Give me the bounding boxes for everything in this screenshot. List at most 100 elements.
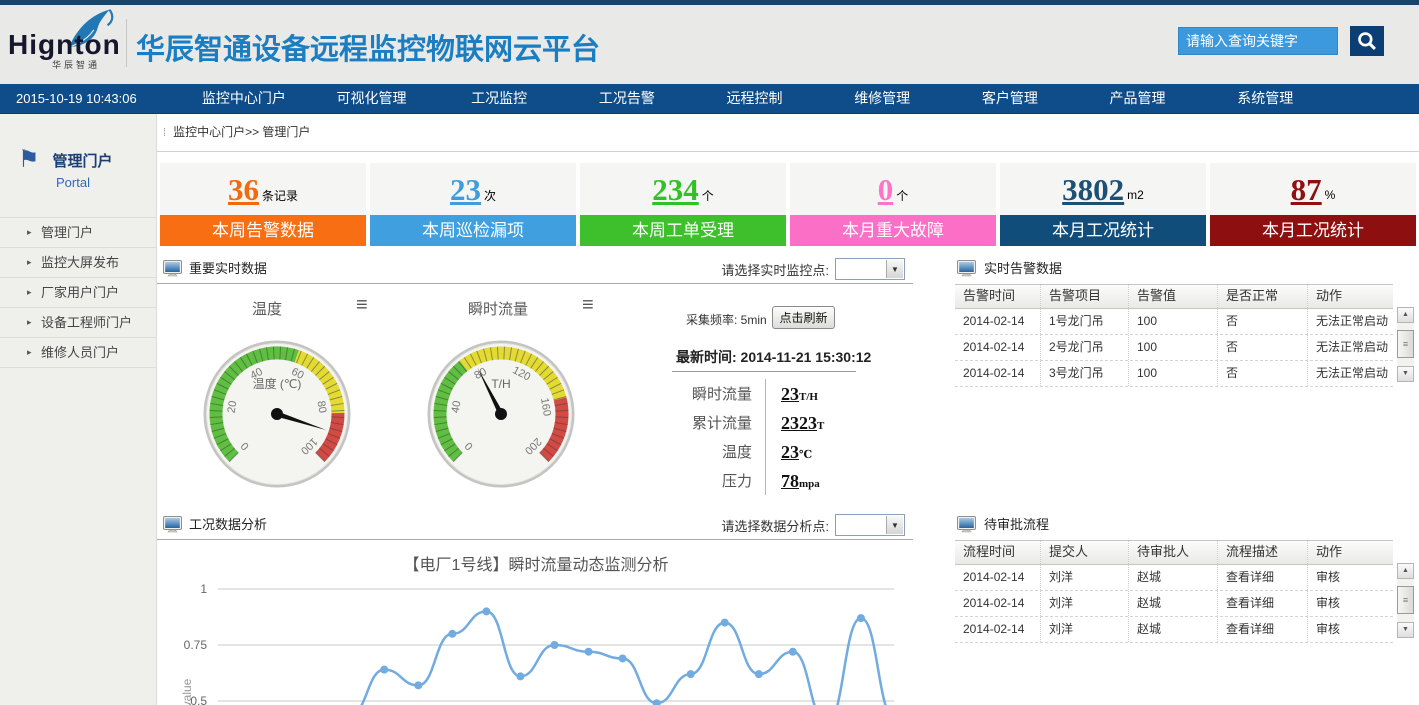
gauge-menu-icon[interactable]: ≡ [582, 293, 594, 317]
scroll-track[interactable]: ≡ [1397, 323, 1414, 366]
monitor-icon [163, 516, 182, 538]
gauge-title-flow: 瞬时流量 [468, 298, 528, 319]
stat-value-link[interactable]: 0 [878, 174, 894, 205]
sidebar-item[interactable]: ▸设备工程师门户 [0, 307, 156, 337]
table-cell: 无法正常启动 [1307, 335, 1393, 360]
stat-unit: 条记录 [262, 187, 298, 204]
scroll-up-icon[interactable]: ▲ [1397, 563, 1414, 579]
stat-value-link[interactable]: 3802 [1062, 174, 1124, 205]
scroll-track[interactable]: ≡ [1397, 579, 1414, 622]
reading-value[interactable]: 23 [766, 443, 799, 461]
app-header: Hignton 华辰智通 华辰智通设备远程监控物联网云平台 [0, 5, 1419, 84]
stats-row: 36条记录本周告警数据23次本周巡检漏项234个本周工单受理0个本月重大故障38… [160, 163, 1416, 246]
reading-value[interactable]: 2323 [766, 414, 817, 432]
reading-value[interactable]: 78 [766, 472, 799, 490]
temperature-gauge: 020406080100温度 (℃) [202, 339, 352, 489]
stat-value-link[interactable]: 87 [1291, 174, 1322, 205]
table-header-cell: 待审批人 [1128, 541, 1217, 564]
chevron-right-icon: ▸ [27, 278, 32, 307]
stat-value-area: 3802m2 [1000, 163, 1206, 215]
reading-unit: T [817, 420, 824, 432]
table-cell: 2014-02-14 [955, 617, 1040, 642]
table-cell: 赵城 [1128, 617, 1217, 642]
scroll-down-icon[interactable]: ▼ [1397, 622, 1414, 638]
nav-item[interactable]: 可视化管理 [308, 84, 436, 113]
reading-row: 温度23℃ [640, 437, 902, 466]
table-cell: 3号龙门吊 [1040, 361, 1128, 386]
table-header-cell: 动作 [1307, 285, 1393, 308]
stat-value-link[interactable]: 234 [652, 174, 699, 205]
sidebar-item[interactable]: ▸厂家用户门户 [0, 277, 156, 307]
table-header-cell: 告警时间 [955, 285, 1040, 308]
stat-value-area: 36条记录 [160, 163, 366, 215]
nav-item[interactable]: 产品管理 [1074, 84, 1202, 113]
portal-title: 管理门户 [53, 150, 113, 171]
svg-text:value: value [180, 678, 194, 705]
portal-subtitle: Portal [0, 175, 156, 190]
chevron-right-icon: ▸ [27, 248, 32, 277]
table-cell: 无法正常启动 [1307, 361, 1393, 386]
gauge-menu-icon[interactable]: ≡ [356, 293, 368, 317]
stat-unit: m2 [1127, 188, 1144, 202]
scroll-thumb[interactable]: ≡ [1397, 586, 1414, 614]
table-row: 2014-02-143号龙门吊100否无法正常启动 [955, 361, 1393, 387]
nav-item[interactable]: 维修管理 [818, 84, 946, 113]
reading-label: 压力 [640, 466, 766, 495]
table-cell: 否 [1217, 335, 1307, 360]
scroll-up-icon[interactable]: ▲ [1397, 307, 1414, 323]
table-header-row: 告警时间告警项目告警值是否正常动作 [955, 284, 1393, 309]
sidebar-item[interactable]: ▸监控大屏发布 [0, 247, 156, 277]
nav-item[interactable]: 工况告警 [563, 84, 691, 113]
nav-item[interactable]: 工况监控 [435, 84, 563, 113]
flow-line-chart: 10.750.5value [157, 575, 915, 705]
stat-value-link[interactable]: 36 [228, 174, 259, 205]
table-cell: 2号龙门吊 [1040, 335, 1128, 360]
svg-text:T/H: T/H [491, 377, 510, 391]
select-arrow-icon[interactable]: ▼ [886, 516, 903, 534]
approvals-scrollbar: ▲ ≡ ▼ [1397, 563, 1414, 638]
table-header-cell: 告警值 [1128, 285, 1217, 308]
stat-value-link[interactable]: 23 [450, 174, 481, 205]
monitor-point-select-label: 请选择实时监控点: [721, 260, 829, 279]
search-button[interactable] [1350, 26, 1384, 56]
refresh-button[interactable]: 点击刷新 [772, 306, 835, 329]
table-cell: 无法正常启动 [1307, 309, 1393, 334]
approvals-panel-header: 待审批流程 [950, 511, 1419, 539]
sidebar-item[interactable]: ▸管理门户 [0, 217, 156, 247]
stat-card: 23次本周巡检漏项 [370, 163, 576, 246]
table-header-cell: 是否正常 [1217, 285, 1307, 308]
search-input[interactable] [1178, 27, 1338, 55]
nav-item[interactable]: 远程控制 [691, 84, 819, 113]
chart-title: 【电厂1号线】瞬时流量动态监测分析 [157, 551, 915, 575]
scroll-down-icon[interactable]: ▼ [1397, 366, 1414, 382]
chevron-right-icon: ▸ [27, 218, 32, 247]
svg-text:40: 40 [450, 400, 464, 414]
sidebar-item[interactable]: ▸维修人员门户 [0, 337, 156, 367]
breadcrumb: ⁞监控中心门户>> 管理门户 [157, 114, 1419, 152]
table-row: 2014-02-14刘洋赵城查看详细审核 [955, 617, 1393, 643]
chevron-right-icon: ▸ [27, 338, 32, 367]
table-cell: 100 [1128, 361, 1217, 386]
reading-unit: T/H [799, 391, 818, 403]
nav-item[interactable]: 客户管理 [946, 84, 1074, 113]
stat-label: 本月工况统计 [1210, 215, 1416, 246]
stat-card: 0个本月重大故障 [790, 163, 996, 246]
reading-label: 累计流量 [640, 408, 766, 437]
portal-header: ⚑ 管理门户 [0, 114, 156, 172]
stat-card: 3802m2本月工况统计 [1000, 163, 1206, 246]
logo-subtext: 华辰智通 [52, 58, 100, 71]
nav-item[interactable]: 监控中心门户 [180, 84, 308, 113]
monitor-icon [957, 516, 976, 538]
table-row: 2014-02-14刘洋赵城查看详细审核 [955, 565, 1393, 591]
select-arrow-icon[interactable]: ▼ [886, 260, 903, 278]
svg-text:20: 20 [226, 400, 240, 414]
table-cell: 2014-02-14 [955, 335, 1040, 360]
reading-value[interactable]: 23 [766, 385, 799, 403]
nav-item[interactable]: 系统管理 [1201, 84, 1329, 113]
scroll-thumb[interactable]: ≡ [1397, 330, 1414, 358]
table-cell: 否 [1217, 309, 1307, 334]
analysis-point-select[interactable]: ▼ [835, 514, 905, 536]
stat-value-area: 0个 [790, 163, 996, 215]
monitor-point-select[interactable]: ▼ [835, 258, 905, 280]
table-cell: 赵城 [1128, 565, 1217, 590]
